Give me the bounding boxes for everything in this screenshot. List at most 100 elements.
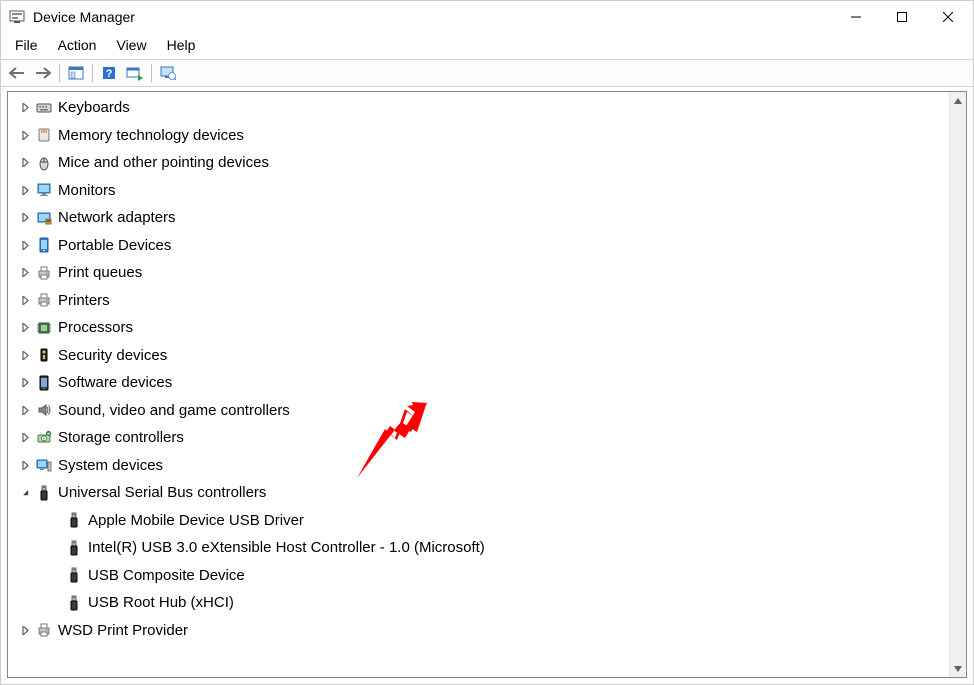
expand-icon[interactable]: [18, 183, 32, 197]
keyboard-icon: [36, 100, 52, 116]
tree-node-label: Network adapters: [58, 209, 176, 226]
scroll-up-button[interactable]: [950, 92, 966, 109]
tree-node-portable[interactable]: Portable Devices: [8, 232, 966, 260]
network-icon: [36, 210, 52, 226]
expand-icon[interactable]: [18, 101, 32, 115]
forward-button[interactable]: [31, 62, 55, 84]
tree-node-usb[interactable]: Universal Serial Bus controllers: [8, 479, 966, 507]
tree-node-usb-roothub[interactable]: USB Root Hub (xHCI): [8, 589, 966, 617]
scroll-down-button[interactable]: [950, 660, 966, 677]
expand-icon[interactable]: [18, 293, 32, 307]
device-tree[interactable]: Keyboards Memory technology devices Mice a…: [8, 92, 966, 677]
toolbar: ?: [1, 59, 973, 87]
mouse-icon: [36, 155, 52, 171]
tree-node-memory-tech[interactable]: Memory technology devices: [8, 122, 966, 150]
vertical-scrollbar[interactable]: [949, 92, 966, 677]
portable-icon: [36, 237, 52, 253]
storage-icon: [36, 430, 52, 446]
tree-node-security[interactable]: Security devices: [8, 342, 966, 370]
tree-node-sound[interactable]: Sound, video and game controllers: [8, 397, 966, 425]
tree-node-monitors[interactable]: Monitors: [8, 177, 966, 205]
tree-node-label: Printers: [58, 292, 110, 309]
back-button[interactable]: [5, 62, 29, 84]
usb-icon: [66, 595, 82, 611]
printer-icon: [36, 622, 52, 638]
tree-node-system[interactable]: System devices: [8, 452, 966, 480]
tree-node-network[interactable]: Network adapters: [8, 204, 966, 232]
tree-node-label: USB Composite Device: [88, 567, 245, 584]
tree-node-label: USB Root Hub (xHCI): [88, 594, 234, 611]
tree-node-label: Print queues: [58, 264, 142, 281]
cpu-icon: [36, 320, 52, 336]
close-button[interactable]: [925, 2, 971, 32]
tree-node-label: WSD Print Provider: [58, 622, 188, 639]
printer-icon: [36, 292, 52, 308]
expand-icon[interactable]: [18, 376, 32, 390]
tree-node-processors[interactable]: Processors: [8, 314, 966, 342]
usb-icon: [66, 512, 82, 528]
toolbar-separator: [92, 64, 93, 82]
window-title: Device Manager: [33, 9, 833, 25]
tree-node-label: System devices: [58, 457, 163, 474]
memcard-icon: [36, 127, 52, 143]
toolbar-separator: [151, 64, 152, 82]
tree-node-storage[interactable]: Storage controllers: [8, 424, 966, 452]
app-icon: [9, 9, 25, 25]
collapse-icon[interactable]: [18, 486, 32, 500]
menu-help[interactable]: Help: [159, 35, 204, 55]
expand-icon[interactable]: [18, 238, 32, 252]
expand-icon[interactable]: [18, 211, 32, 225]
system-icon: [36, 457, 52, 473]
svg-text:?: ?: [106, 68, 113, 80]
window-controls: [833, 2, 971, 32]
expand-icon[interactable]: [18, 156, 32, 170]
software-icon: [36, 375, 52, 391]
tree-node-keyboards[interactable]: Keyboards: [8, 94, 966, 122]
tree-node-label: Mice and other pointing devices: [58, 154, 269, 171]
tree-node-label: Storage controllers: [58, 429, 184, 446]
tree-node-printqueues[interactable]: Print queues: [8, 259, 966, 287]
expand-icon[interactable]: [18, 403, 32, 417]
tree-node-label: Sound, video and game controllers: [58, 402, 290, 419]
tree-node-mice[interactable]: Mice and other pointing devices: [8, 149, 966, 177]
titlebar: Device Manager: [1, 1, 973, 33]
expand-icon[interactable]: [18, 266, 32, 280]
menu-view[interactable]: View: [108, 35, 154, 55]
tree-node-label: Software devices: [58, 374, 172, 391]
expand-icon[interactable]: [18, 128, 32, 142]
tree-node-label: Memory technology devices: [58, 127, 244, 144]
menu-file[interactable]: File: [7, 35, 46, 55]
toolbar-separator: [59, 64, 60, 82]
tree-node-label: Processors: [58, 319, 133, 336]
maximize-button[interactable]: [879, 2, 925, 32]
menubar: File Action View Help: [1, 33, 973, 59]
minimize-button[interactable]: [833, 2, 879, 32]
tree-node-label: Apple Mobile Device USB Driver: [88, 512, 304, 529]
tree-node-software[interactable]: Software devices: [8, 369, 966, 397]
usb-icon: [66, 540, 82, 556]
tree-node-usb-composite[interactable]: USB Composite Device: [8, 562, 966, 590]
usb-icon: [66, 567, 82, 583]
expand-icon[interactable]: [18, 623, 32, 637]
sound-icon: [36, 402, 52, 418]
printer-icon: [36, 265, 52, 281]
expand-icon[interactable]: [18, 321, 32, 335]
expand-icon[interactable]: [18, 348, 32, 362]
device-tree-panel: Keyboards Memory technology devices Mice a…: [7, 91, 967, 678]
monitor-icon: [36, 182, 52, 198]
expand-icon[interactable]: [18, 458, 32, 472]
usb-icon: [36, 485, 52, 501]
expand-icon[interactable]: [18, 431, 32, 445]
tree-node-usb-apple[interactable]: Apple Mobile Device USB Driver: [8, 507, 966, 535]
tree-node-label: Keyboards: [58, 99, 130, 116]
help-button[interactable]: ?: [97, 62, 121, 84]
show-hide-tree-button[interactable]: [64, 62, 88, 84]
scan-hardware-button[interactable]: [123, 62, 147, 84]
tree-node-printers[interactable]: Printers: [8, 287, 966, 315]
menu-action[interactable]: Action: [50, 35, 105, 55]
tree-node-wsd[interactable]: WSD Print Provider: [8, 617, 966, 645]
tree-node-label: Portable Devices: [58, 237, 171, 254]
tree-node-usb-intel[interactable]: Intel(R) USB 3.0 eXtensible Host Control…: [8, 534, 966, 562]
security-icon: [36, 347, 52, 363]
devices-monitor-button[interactable]: [156, 62, 180, 84]
